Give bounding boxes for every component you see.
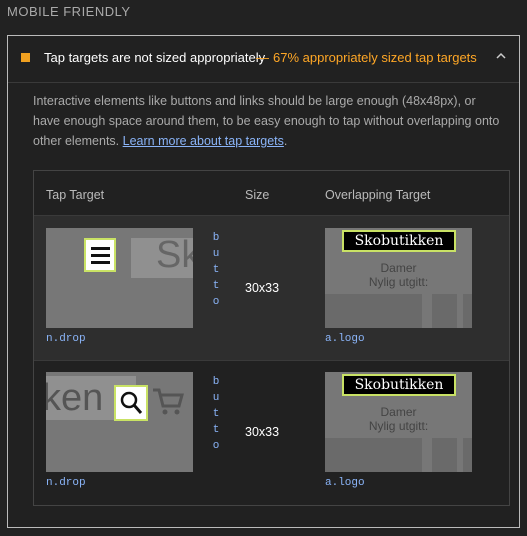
tap-target-size: 30x33	[245, 425, 280, 439]
header-overlapping-target: Overlapping Target	[325, 188, 431, 202]
table-row: Sk n.drop butto 30x33 Skobutikken Damer …	[34, 215, 509, 361]
tap-target-screenshot: Sk	[46, 228, 193, 328]
tap-target-node-label: n.drop	[46, 333, 86, 345]
overlapping-target-node-label: a.logo	[325, 333, 365, 345]
audit-display-value: 67% appropriately sized tap targets	[273, 50, 477, 65]
header-size: Size	[245, 188, 270, 202]
overlap-sub-2: Nylig utgitt:	[368, 419, 429, 433]
header-tap-target: Tap Target	[46, 188, 105, 202]
hamburger-menu-icon	[84, 238, 116, 272]
overlap-sub-1: Damer	[380, 405, 417, 419]
audit-header[interactable]: Tap targets are not sized appropriately …	[8, 36, 519, 83]
tap-targets-audit: Tap targets are not sized appropriately …	[7, 35, 520, 528]
tap-target-size: 30x33	[245, 281, 280, 295]
tap-targets-table: Tap Target Size Overlapping Target Sk n.…	[33, 170, 510, 506]
search-icon	[114, 385, 148, 421]
audit-description: Interactive elements like buttons and li…	[33, 91, 503, 151]
overlapping-target-screenshot: Skobutikken Damer Nylig utgitt:	[325, 228, 472, 328]
learn-more-link[interactable]: Learn more about tap targets	[123, 134, 284, 148]
audit-title: Tap targets are not sized appropriately	[44, 50, 266, 65]
tap-target-code-snippet: butto	[212, 232, 220, 308]
tap-target-screenshot: ken	[46, 372, 193, 472]
cart-icon	[153, 388, 184, 415]
audit-separator: —	[256, 50, 269, 65]
table-row: ken n.drop butto 30x33 Skobutikken Damer…	[34, 360, 509, 504]
logo-box: Skobutikken	[342, 374, 456, 396]
overlapping-target-node-label: a.logo	[325, 477, 365, 489]
screenshot-bg-text: ken	[46, 377, 104, 419]
screenshot-bg-text: Sk	[156, 234, 193, 276]
section-title: MOBILE FRIENDLY	[7, 4, 131, 19]
description-end: .	[283, 134, 288, 148]
overlap-sub-1: Damer	[380, 261, 417, 275]
overlapping-target-screenshot: Skobutikken Damer Nylig utgitt:	[325, 372, 472, 472]
logo-box: Skobutikken	[342, 230, 456, 252]
warning-status-icon	[21, 53, 30, 62]
tap-target-code-snippet: butto	[212, 376, 220, 452]
chevron-up-icon[interactable]	[494, 49, 508, 63]
tap-target-node-label: n.drop	[46, 477, 86, 489]
overlap-sub-2: Nylig utgitt:	[368, 275, 429, 289]
